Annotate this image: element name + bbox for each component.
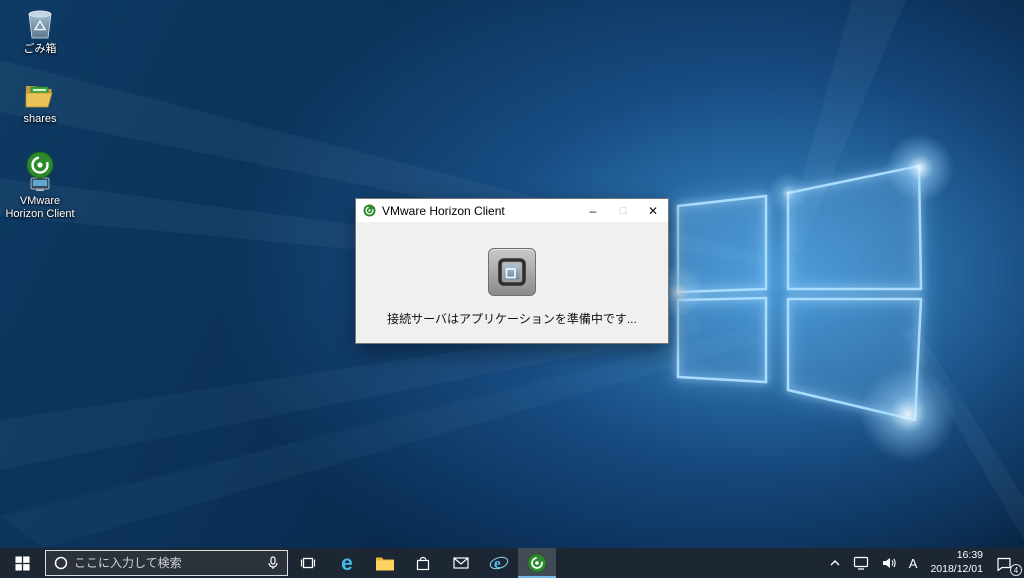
ime-mode-label: A (908, 555, 918, 571)
close-button[interactable]: ✕ (638, 199, 668, 222)
taskbar-app-mail[interactable] (442, 548, 480, 578)
windows-logo-icon (15, 555, 30, 571)
network-icon (853, 556, 868, 570)
maximize-button[interactable]: □ (608, 199, 638, 222)
file-explorer-icon (375, 555, 395, 571)
vmware-horizon-dialog: VMware Horizon Client – □ ✕ 接続サーバはアプリケーシ… (355, 198, 669, 344)
dialog-body: 接続サーバはアプリケーションを準備中です... (356, 222, 668, 327)
taskbar-app-vmware-horizon[interactable] (518, 548, 556, 578)
internet-explorer-icon: e (489, 553, 509, 573)
start-button[interactable] (0, 548, 45, 578)
chevron-up-icon (830, 560, 840, 566)
taskbar-app-store[interactable] (404, 548, 442, 578)
taskbar-app-file-explorer[interactable] (366, 548, 404, 578)
desktop-icon-shares[interactable]: shares (1, 80, 79, 126)
notification-badge: 4 (1010, 564, 1022, 576)
volume-button[interactable] (875, 548, 903, 578)
mail-icon (453, 557, 469, 569)
dialog-status-message: 接続サーバはアプリケーションを準備中です... (387, 312, 637, 326)
search-icon (54, 556, 68, 570)
edge-icon: e (341, 551, 353, 575)
search-input[interactable] (74, 556, 261, 570)
desktop-icon-vmware-horizon-client[interactable]: VMware Horizon Client (1, 150, 79, 221)
ime-mode-button[interactable]: A (903, 548, 924, 578)
network-status-button[interactable] (847, 548, 875, 578)
dialog-title: VMware Horizon Client (382, 203, 505, 218)
vmware-horizon-icon (21, 150, 59, 192)
microphone-icon[interactable] (267, 556, 279, 570)
taskbar-app-internet-explorer[interactable]: e (480, 548, 518, 578)
show-hidden-icons-button[interactable] (823, 548, 847, 578)
clock-date: 2018/12/01 (930, 563, 983, 575)
dialog-titlebar[interactable]: VMware Horizon Client – □ ✕ (356, 199, 668, 222)
windows-desktop: ごみ箱 shares VMware Horizon Client VMware … (0, 0, 1024, 578)
shared-folder-icon (23, 80, 57, 110)
recycle-bin-icon (25, 6, 55, 40)
task-view-icon (300, 556, 316, 570)
application-placeholder-icon (488, 248, 536, 296)
desktop-icon-label: VMware Horizon Client (5, 195, 75, 221)
speaker-icon (882, 558, 896, 568)
taskbar-app-edge[interactable]: e (328, 548, 366, 578)
system-tray: A 16:39 2018/12/01 4 (823, 548, 1024, 578)
taskbar: e (0, 548, 1024, 578)
minimize-button[interactable]: – (578, 199, 608, 222)
desktop-icon-label: ごみ箱 (23, 43, 57, 55)
clock-time: 16:39 (956, 549, 983, 562)
desktop-icon-recycle-bin[interactable]: ごみ箱 (1, 6, 79, 56)
taskbar-search-box[interactable] (45, 550, 288, 576)
vmware-horizon-icon (527, 553, 547, 573)
vmware-horizon-logo-icon (363, 204, 376, 217)
task-view-button[interactable] (288, 548, 328, 578)
taskbar-clock[interactable]: 16:39 2018/12/01 (923, 549, 990, 576)
store-icon (415, 555, 431, 571)
action-center-button[interactable]: 4 (990, 548, 1022, 578)
desktop-icon-label: shares (23, 113, 57, 125)
